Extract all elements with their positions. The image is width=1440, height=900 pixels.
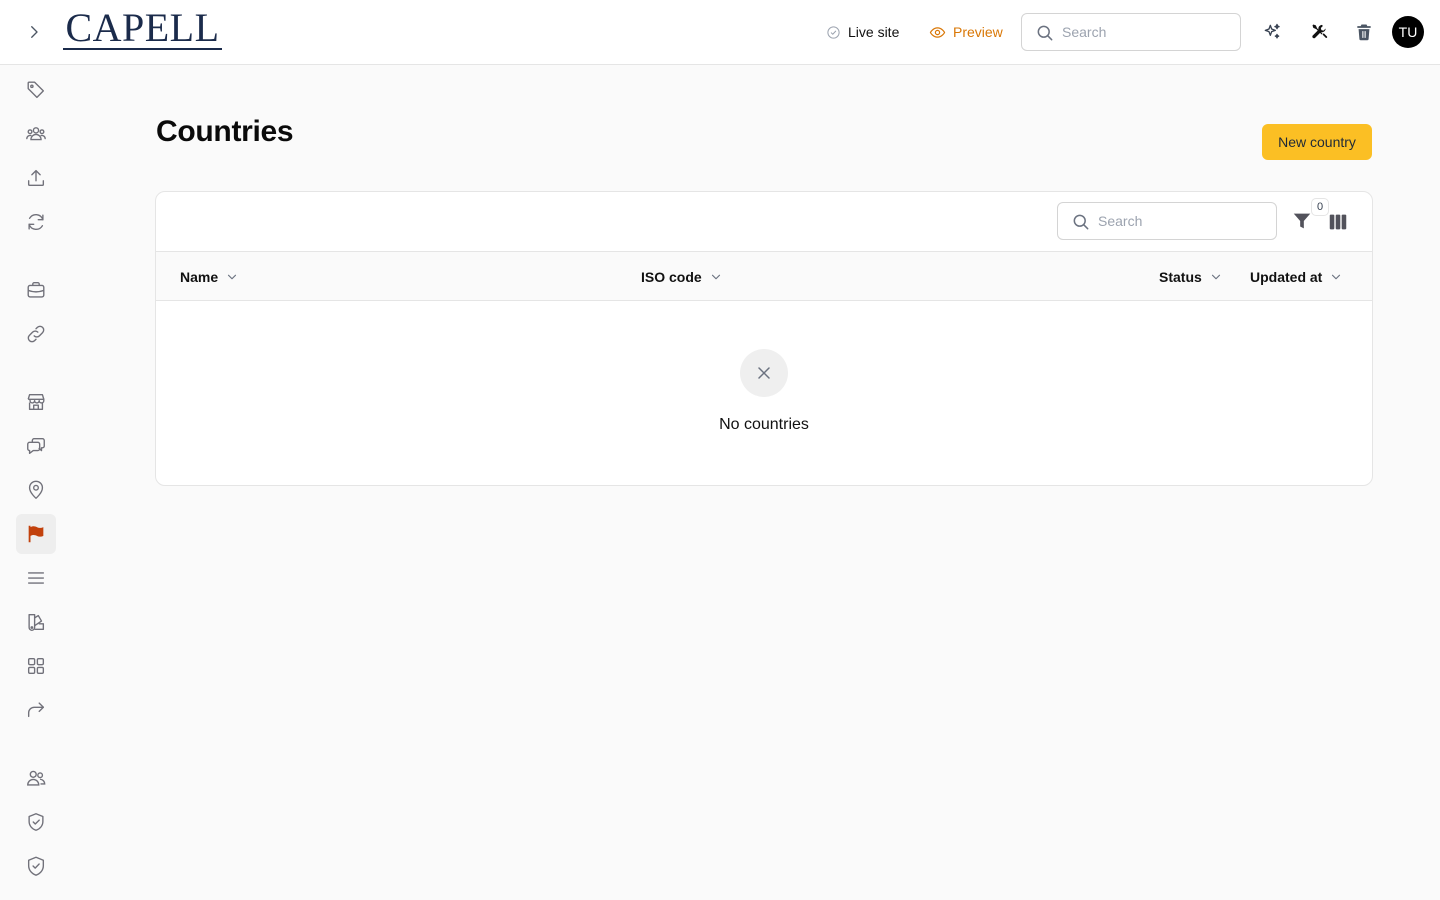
chevron-down-icon xyxy=(711,274,720,279)
wrench-screwdriver-icon xyxy=(1312,24,1328,39)
table-header: Name ISO code Status Updated at xyxy=(156,252,1372,301)
logo[interactable]: CAPELL xyxy=(63,8,222,52)
toggle-columns-button[interactable] xyxy=(1327,211,1349,233)
link-icon xyxy=(27,325,45,343)
ai-sparkles-button[interactable] xyxy=(1260,20,1284,44)
swatch-icon xyxy=(28,613,45,631)
sidebar xyxy=(0,65,72,900)
sidebar-item-apps[interactable] xyxy=(16,646,56,686)
empty-state-message: No countries xyxy=(719,416,809,433)
column-header-updated-at[interactable]: Updated at xyxy=(1250,252,1343,301)
sidebar-item-uploads[interactable] xyxy=(16,158,56,198)
tools-button[interactable] xyxy=(1308,20,1332,44)
sidebar-item-stores[interactable] xyxy=(16,382,56,422)
empty-state-icon-circle xyxy=(740,349,788,397)
sidebar-item-sync[interactable] xyxy=(16,202,56,242)
chat-bubbles-icon xyxy=(27,437,45,455)
search-icon xyxy=(1037,25,1053,41)
filter-button[interactable] xyxy=(1291,210,1313,234)
chevron-down-icon xyxy=(1211,274,1220,279)
column-header-status[interactable]: Status xyxy=(1159,252,1223,301)
expand-sidebar-button[interactable] xyxy=(20,18,48,46)
live-site-label: Live site xyxy=(848,24,900,40)
funnel-icon xyxy=(1293,213,1311,229)
column-label: Name xyxy=(180,268,219,285)
eye-icon xyxy=(929,26,946,38)
chevron-down-icon xyxy=(228,274,237,279)
column-header-iso-code[interactable]: ISO code xyxy=(641,252,723,301)
briefcase-icon xyxy=(27,281,45,298)
new-country-button[interactable]: New country xyxy=(1262,124,1372,160)
table-search xyxy=(1057,202,1277,240)
sidebar-item-countries[interactable] xyxy=(16,514,56,554)
refresh-icon xyxy=(28,214,44,230)
sidebar-item-tags[interactable] xyxy=(16,70,56,110)
sidebar-item-locations[interactable] xyxy=(16,470,56,510)
table-toolbar: 0 xyxy=(156,192,1372,252)
global-search xyxy=(1021,13,1241,51)
page-title: Countries xyxy=(156,115,294,148)
map-pin-icon xyxy=(28,480,44,499)
upload-icon xyxy=(27,169,45,187)
flag-icon xyxy=(28,525,44,543)
view-columns-icon xyxy=(1329,214,1347,230)
user-avatar[interactable]: TU xyxy=(1392,16,1424,48)
trash-icon xyxy=(1357,24,1371,41)
sidebar-item-security[interactable] xyxy=(16,802,56,842)
sparkles-icon xyxy=(1264,23,1280,39)
shield-check-icon xyxy=(28,813,44,831)
sidebar-item-people[interactable] xyxy=(16,758,56,798)
sidebar-item-chats[interactable] xyxy=(16,426,56,466)
preview-label: Preview xyxy=(953,24,1003,40)
bars-icon xyxy=(27,572,45,584)
users-icon xyxy=(27,770,46,786)
countries-table-card: 0 Name ISO code Status Updated at No cou… xyxy=(155,191,1373,486)
x-mark-icon xyxy=(758,367,770,379)
search-icon xyxy=(1073,214,1089,230)
live-site-link[interactable]: Live site xyxy=(826,20,899,44)
redirect-arrow-icon xyxy=(27,702,45,718)
shield-check-filled-icon xyxy=(27,856,45,876)
tag-icon xyxy=(27,81,45,99)
sidebar-item-users-group[interactable] xyxy=(16,114,56,154)
storefront-icon xyxy=(27,393,45,411)
sidebar-item-links[interactable] xyxy=(16,314,56,354)
empty-state: No countries xyxy=(156,301,1372,485)
chevron-down-icon xyxy=(1332,274,1341,279)
sidebar-item-redirects[interactable] xyxy=(16,690,56,730)
preview-link[interactable]: Preview xyxy=(929,20,1003,44)
trash-button[interactable] xyxy=(1352,20,1376,44)
sidebar-item-permissions[interactable] xyxy=(16,846,56,886)
column-label: Status xyxy=(1159,268,1202,285)
column-label: Updated at xyxy=(1250,268,1323,285)
grid-icon xyxy=(27,657,45,675)
chevron-right-icon xyxy=(31,26,38,38)
check-circle-icon xyxy=(827,25,840,39)
user-group-icon xyxy=(26,127,46,141)
column-label: ISO code xyxy=(641,268,702,285)
sidebar-item-menu[interactable] xyxy=(16,558,56,598)
top-bar: CAPELL Live site Preview TU xyxy=(0,0,1440,65)
logo-text: CAPELL xyxy=(65,5,220,50)
sidebar-item-portfolio[interactable] xyxy=(16,270,56,310)
sidebar-item-themes[interactable] xyxy=(16,602,56,642)
column-header-name[interactable]: Name xyxy=(180,252,239,301)
